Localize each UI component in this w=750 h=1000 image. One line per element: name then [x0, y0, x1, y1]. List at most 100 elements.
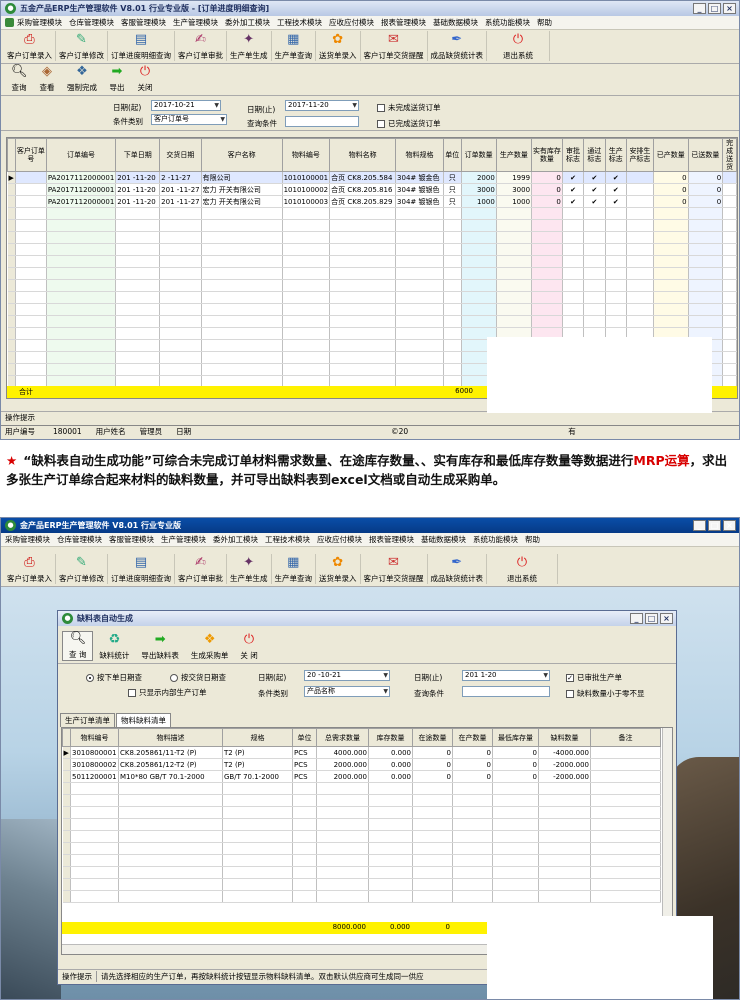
- date-from-input[interactable]: 20 -10-21: [304, 670, 390, 681]
- menu-item[interactable]: 应收应付模块: [329, 17, 374, 28]
- column-header[interactable]: 物料编号: [281, 138, 331, 172]
- date-to-input[interactable]: 201 1-20: [462, 670, 550, 681]
- column-header[interactable]: 单位: [442, 138, 462, 172]
- column-header[interactable]: 备注: [590, 728, 661, 747]
- table-row[interactable]: [7, 279, 737, 292]
- column-header[interactable]: 完成送货: [722, 138, 737, 172]
- table-row[interactable]: [62, 854, 661, 867]
- minimize-icon[interactable]: _: [630, 613, 643, 624]
- table-row[interactable]: [62, 794, 661, 807]
- close-icon[interactable]: ×: [660, 613, 673, 624]
- column-header[interactable]: 库存数量: [368, 728, 413, 747]
- export-button[interactable]: ➡ 导出: [103, 63, 131, 93]
- column-header[interactable]: 缺料数量: [538, 728, 591, 747]
- close-button[interactable]: ⏻ 关闭: [131, 63, 159, 93]
- menu-item[interactable]: 报表管理模块: [381, 17, 426, 28]
- shortage-stats-button[interactable]: ✒ 成品缺货统计表: [428, 554, 487, 584]
- column-header[interactable]: 下单日期: [115, 138, 161, 172]
- restore-icon[interactable]: □: [645, 613, 658, 624]
- production-generate-button[interactable]: ✦ 生产单生成: [227, 554, 272, 584]
- tab-production-orders[interactable]: 生产订单清单: [60, 713, 115, 727]
- column-header[interactable]: 客户订单号: [14, 138, 47, 172]
- table-row[interactable]: PA2017112000001 201 -11-20 201 -11-27 宏力 开关…: [7, 183, 737, 196]
- menu-item[interactable]: 帮助: [525, 534, 540, 545]
- query-cond-input[interactable]: [285, 116, 359, 127]
- order-date-radio[interactable]: 按下单日期查: [86, 672, 142, 683]
- menu-item[interactable]: 委外加工模块: [213, 534, 258, 545]
- order-entry-button[interactable]: ⎙ 客户订单录入: [4, 31, 56, 61]
- column-header[interactable]: 物料编号: [70, 728, 119, 747]
- column-header[interactable]: 总需求数量: [316, 728, 369, 747]
- table-row[interactable]: [62, 866, 661, 879]
- column-header[interactable]: 实有库存数量: [531, 138, 563, 172]
- menu-item[interactable]: 系统功能模块: [485, 17, 530, 28]
- column-header[interactable]: 订单数量: [460, 138, 497, 172]
- finished-delivery-checkbox[interactable]: 已完成送货订单: [377, 118, 441, 129]
- production-query-button[interactable]: ▦ 生产单查询: [272, 31, 316, 61]
- table-row[interactable]: [7, 231, 737, 244]
- minimize-icon[interactable]: _: [693, 3, 706, 14]
- column-header[interactable]: 物料规格: [395, 138, 444, 172]
- order-progress-query-button[interactable]: ▤ 订单进度明细查询: [108, 554, 175, 584]
- table-row[interactable]: [7, 303, 737, 316]
- tab-material-shortage[interactable]: 物料缺料清单: [116, 713, 171, 727]
- generate-purchase-button[interactable]: ❖ 生成采购单: [185, 631, 235, 661]
- column-header[interactable]: 交货日期: [159, 138, 202, 172]
- delivery-entry-button[interactable]: ✿ 送货单录入: [316, 31, 361, 61]
- approved-only-checkbox[interactable]: ✓ 已审批生产单: [566, 672, 622, 683]
- menu-item[interactable]: 采购管理模块: [5, 534, 50, 545]
- order-entry-button[interactable]: ⎙ 客户订单录入: [4, 554, 56, 584]
- column-header[interactable]: 最低库存量: [492, 728, 539, 747]
- close-button[interactable]: ⏻ 关 闭: [234, 631, 263, 661]
- menu-item[interactable]: 应收应付模块: [317, 534, 362, 545]
- menu-item[interactable]: 采购管理模块: [17, 17, 62, 28]
- menu-item[interactable]: 仓库管理模块: [57, 534, 102, 545]
- shortage-stats-button[interactable]: ♻ 缺料统计: [93, 631, 135, 661]
- table-row[interactable]: [7, 207, 737, 220]
- table-row[interactable]: ▶ PA2017112000001 201 -11-20 2 -11-27 有限公司 1…: [7, 171, 737, 184]
- table-row[interactable]: [7, 243, 737, 256]
- force-complete-button[interactable]: ❖ 强制完成: [61, 63, 103, 93]
- internal-only-checkbox[interactable]: 只显示内部生产订单: [128, 687, 207, 698]
- table-row[interactable]: [62, 842, 661, 855]
- hide-negative-checkbox[interactable]: 缺料数量小于零不显: [566, 688, 645, 699]
- query-button[interactable]: 🔍︎ 查询: [5, 63, 33, 93]
- production-query-button[interactable]: ▦ 生产单查询: [272, 554, 316, 584]
- order-approve-button[interactable]: ✍ 客户订单审批: [175, 31, 227, 61]
- unfinished-delivery-checkbox[interactable]: 未完成送货订单: [377, 102, 441, 113]
- menu-item[interactable]: 基础数据模块: [433, 17, 478, 28]
- menu-item[interactable]: 基础数据模块: [421, 534, 466, 545]
- order-edit-button[interactable]: ✎ 客户订单修改: [56, 31, 108, 61]
- column-header[interactable]: 在产数量: [452, 728, 493, 747]
- restore-icon[interactable]: □: [708, 520, 721, 531]
- restore-icon[interactable]: □: [708, 3, 721, 14]
- order-edit-button[interactable]: ✎ 客户订单修改: [56, 554, 108, 584]
- table-row[interactable]: [7, 219, 737, 232]
- column-header[interactable]: 已送数量: [687, 138, 724, 172]
- menu-item[interactable]: 帮助: [537, 17, 552, 28]
- query-cond-input[interactable]: [462, 686, 550, 697]
- cond-type-select[interactable]: 产品名称: [304, 686, 390, 697]
- table-row[interactable]: [7, 267, 737, 280]
- table-row[interactable]: PA2017112000001 201 -11-20 201 -11-27 宏力 开关…: [7, 195, 737, 208]
- table-row[interactable]: [62, 818, 661, 831]
- table-row[interactable]: [62, 806, 661, 819]
- table-row[interactable]: 5011200001 M10*80 GB/T 70.1-2000 GB/T 70.1…: [62, 770, 661, 783]
- column-header[interactable]: 审批标志: [561, 138, 585, 172]
- menu-item[interactable]: 生产管理模块: [161, 534, 206, 545]
- column-header[interactable]: 客户名称: [200, 138, 283, 172]
- column-header[interactable]: 物料描述: [118, 728, 223, 747]
- menu-item[interactable]: 报表管理模块: [369, 534, 414, 545]
- table-row[interactable]: ▶ 3010800001 CK8.205861/11-T2 (P) T2 (P) PCS…: [62, 746, 661, 759]
- column-header[interactable]: 生产数量: [495, 138, 533, 172]
- view-button[interactable]: ◈ 查看: [33, 63, 61, 93]
- shortage-stats-button[interactable]: ✒ 成品缺货统计表: [428, 31, 487, 61]
- table-row[interactable]: [62, 890, 661, 903]
- table-row[interactable]: [62, 830, 661, 843]
- delivery-reminder-button[interactable]: ✉ 客户订单交货提醒: [361, 554, 428, 584]
- query-button[interactable]: 🔍︎ 查 询: [62, 631, 94, 661]
- minimize-icon[interactable]: _: [693, 520, 706, 531]
- menu-item[interactable]: 委外加工模块: [225, 17, 270, 28]
- table-row[interactable]: 3010800002 CK8.205861/12-T2 (P) T2 (P) PCS 2…: [62, 758, 661, 771]
- cond-type-select[interactable]: 客户订单号: [151, 114, 227, 125]
